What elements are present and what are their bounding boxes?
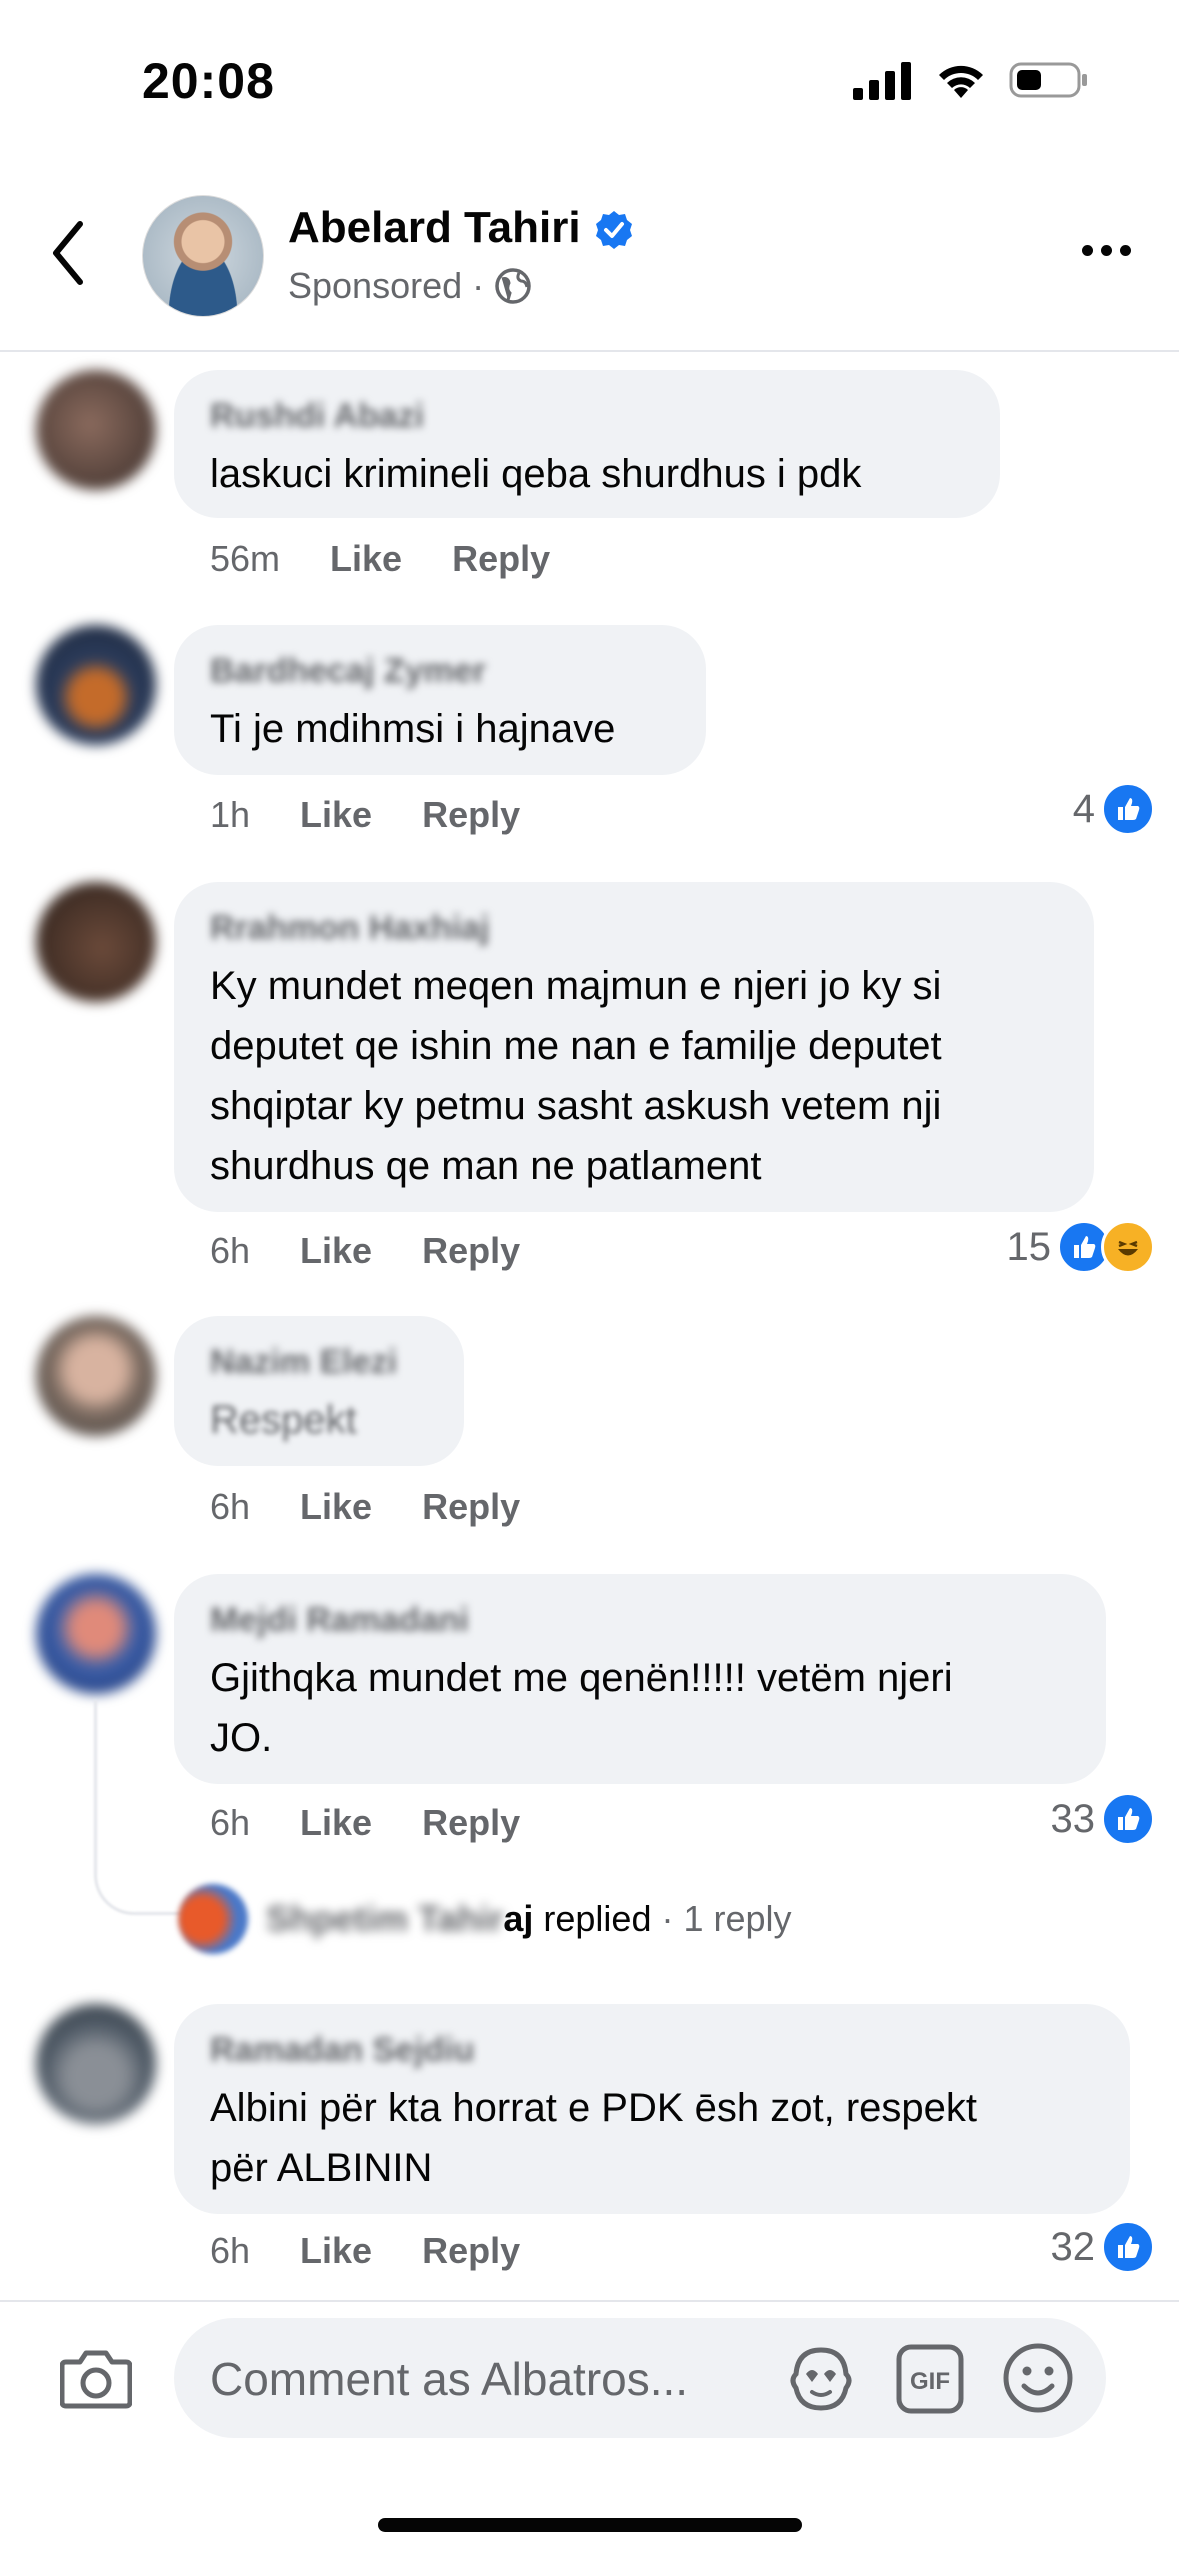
like-button[interactable]: Like — [300, 794, 372, 836]
like-reaction-icon — [1101, 782, 1155, 836]
comment-text-line: shqiptar ky petmu sasht askush vetem nji — [210, 1084, 942, 1128]
avatar-sticker-icon[interactable] — [786, 2344, 856, 2414]
comment-input-placeholder: Comment as Albatros... — [210, 2353, 689, 2405]
home-indicator[interactable] — [378, 2518, 802, 2532]
like-button[interactable]: Like — [300, 1230, 372, 1272]
reply-button[interactable]: Reply — [422, 1802, 520, 1844]
cellular-signal-icon — [853, 62, 911, 100]
comment-text: Respekt — [210, 1398, 357, 1442]
reply-button[interactable]: Reply — [422, 1486, 520, 1528]
like-button[interactable]: Like — [300, 2230, 372, 2272]
replier-avatar — [178, 1884, 248, 1954]
commenter-avatar[interactable] — [36, 1316, 156, 1436]
comment-bubble[interactable]: Ramadan Sejdiu Albini për kta horrat e P… — [174, 2004, 1130, 2214]
comment-bubble[interactable]: Rushdi Abazi laskuci krimineli qeba shur… — [174, 370, 1000, 518]
emoji-icon[interactable] — [1002, 2342, 1074, 2414]
more-options-icon[interactable] — [1082, 245, 1131, 256]
sponsored-text: Sponsored · — [288, 265, 485, 306]
reply-button[interactable]: Reply — [422, 2230, 520, 2272]
status-icons — [853, 60, 1089, 100]
reply-author-blurred: Shpetim Tahir — [266, 1898, 504, 1939]
reply-replied: replied — [543, 1898, 652, 1939]
reaction-count: 33 — [1050, 1796, 1096, 1841]
comment-time: 6h — [210, 1230, 251, 1271]
comment-text-line: shurdhus qe man ne patlament — [210, 1144, 762, 1188]
comment-bubble[interactable]: Mejdi Ramadani Gjithqka mundet me qenën!… — [174, 1574, 1106, 1784]
like-button[interactable]: Like — [300, 1802, 372, 1844]
comment-time: 6h — [210, 1802, 251, 1843]
comment-meta: 6h Like Reply — [210, 1230, 520, 1272]
back-arrow-icon[interactable] — [48, 218, 88, 288]
commenter-avatar[interactable] — [36, 370, 156, 490]
svg-text:GIF: GIF — [910, 2368, 950, 2395]
comment-text-line: deputet qe ishin me nan e familje depute… — [210, 1024, 942, 1068]
comment-meta: 6h Like Reply — [210, 1486, 520, 1528]
reaction-count: 4 — [1072, 786, 1095, 831]
verified-badge-icon — [596, 211, 632, 249]
reaction-summary[interactable]: 32 — [1050, 2220, 1155, 2274]
comment-meta: 6h Like Reply — [210, 2230, 520, 2272]
reaction-count: 32 — [1050, 2224, 1096, 2269]
like-button[interactable]: Like — [330, 538, 402, 580]
comment-author[interactable]: Mejdi Ramadani — [210, 1600, 1070, 1640]
page-avatar[interactable] — [142, 195, 264, 317]
globe-icon — [495, 268, 531, 304]
comment-text-line: Ky mundet meqen majmun e njeri jo ky si — [210, 964, 942, 1008]
comment-text: Ti je mdihmsi i hajnave — [210, 707, 616, 751]
comment-bubble[interactable]: Rrahmon Haxhiaj Ky mundet meqen majmun e… — [174, 882, 1094, 1212]
comment-text-line: Albini për kta horrat e PDK ēsh zot, res… — [210, 2086, 978, 2130]
comment-text-line: për ALBININ — [210, 2146, 433, 2190]
commenter-avatar[interactable] — [36, 2004, 156, 2124]
comment-author[interactable]: Rushdi Abazi — [210, 396, 964, 436]
reply-button[interactable]: Reply — [422, 794, 520, 836]
comment-meta: 56m Like Reply — [210, 538, 550, 580]
haha-reaction-icon — [1101, 1220, 1155, 1274]
camera-icon[interactable] — [60, 2348, 132, 2410]
reply-author-end: aj — [503, 1898, 534, 1939]
comment-author[interactable]: Bardhecaj Zymer — [210, 651, 670, 691]
reply-preview[interactable]: Shpetim Tahiraj replied · 1 reply — [178, 1884, 792, 1954]
comment-time: 56m — [210, 538, 281, 579]
reply-count: · 1 reply — [661, 1898, 792, 1939]
status-time: 20:08 — [142, 53, 275, 109]
reaction-summary[interactable]: 15 — [1006, 1220, 1155, 1274]
commenter-avatar[interactable] — [36, 882, 156, 1002]
reaction-summary[interactable]: 4 — [1073, 782, 1155, 836]
comment-author[interactable]: Rrahmon Haxhiaj — [210, 908, 1058, 948]
reaction-summary[interactable]: 33 — [1050, 1792, 1155, 1846]
like-button[interactable]: Like — [300, 1486, 372, 1528]
comment-bubble[interactable]: Bardhecaj Zymer Ti je mdihmsi i hajnave — [174, 625, 706, 775]
comment-author[interactable]: Nazim Elezi — [210, 1342, 428, 1382]
sponsored-label: Sponsored · — [288, 265, 532, 307]
reply-author: Shpetim Tahiraj — [266, 1898, 533, 1940]
reaction-count: 15 — [1006, 1224, 1052, 1269]
battery-icon — [1009, 62, 1087, 98]
reply-button[interactable]: Reply — [452, 538, 550, 580]
comment-meta: 1h Like Reply — [210, 794, 520, 836]
comment-meta: 6h Like Reply — [210, 1802, 520, 1844]
comment-time: 6h — [210, 1486, 251, 1527]
reply-button[interactable]: Reply — [422, 1230, 520, 1272]
comment-text: laskuci krimineli qeba shurdhus i pdk — [210, 452, 862, 496]
comment-time: 6h — [210, 2230, 251, 2271]
comment-text-line: Gjithqka mundet me qenën!!!!! vetëm njer… — [210, 1656, 953, 1700]
like-reaction-icon — [1101, 1792, 1155, 1846]
commenter-avatar[interactable] — [36, 625, 156, 745]
commenter-avatar[interactable] — [36, 1574, 156, 1694]
like-reaction-icon — [1101, 2220, 1155, 2274]
gif-icon[interactable]: GIF — [896, 2344, 964, 2414]
page-name[interactable]: Abelard Tahiri — [288, 203, 581, 253]
comment-bubble[interactable]: Nazim Elezi Respekt — [174, 1316, 464, 1466]
wifi-icon — [939, 65, 983, 98]
comment-author[interactable]: Ramadan Sejdiu — [210, 2030, 1094, 2070]
comment-text-line: JO. — [210, 1716, 273, 1760]
comment-time: 1h — [210, 794, 251, 835]
